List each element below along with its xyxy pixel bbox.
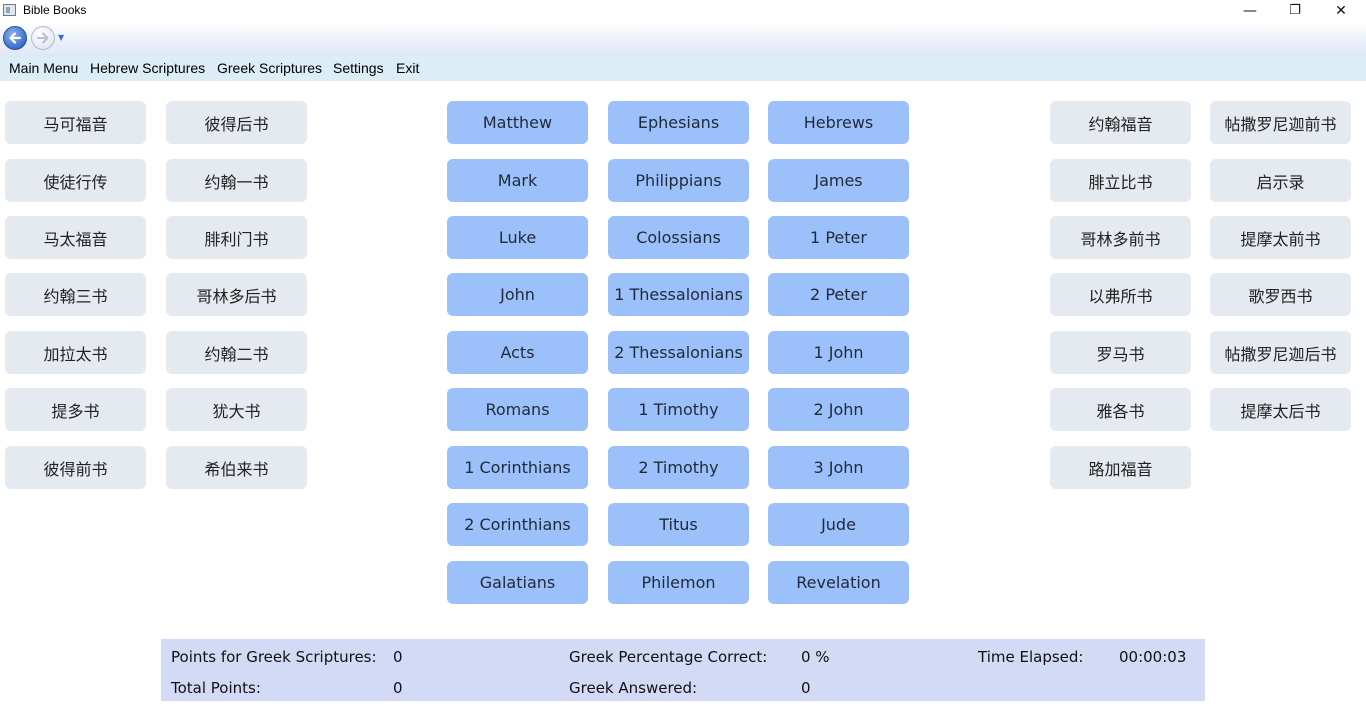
minimize-button[interactable]: — (1227, 0, 1273, 22)
english-book-button[interactable]: Colossians (608, 216, 749, 259)
english-book-button[interactable]: 2 Timothy (608, 446, 749, 489)
english-book-button[interactable]: Acts (447, 331, 588, 374)
menu-settings[interactable]: Settings (333, 60, 384, 76)
english-book-button[interactable]: Hebrews (768, 101, 909, 144)
greek-answered-label: Greek Answered: (569, 679, 698, 697)
english-book-button[interactable]: 1 Peter (768, 216, 909, 259)
chinese-book-button[interactable]: 使徒行传 (5, 159, 146, 202)
close-button[interactable]: ✕ (1318, 0, 1364, 22)
chinese-book-button[interactable]: 马可福音 (5, 101, 146, 144)
english-book-button[interactable]: Titus (608, 503, 749, 546)
time-elapsed-value: 00:00:03 (1119, 648, 1187, 666)
english-book-button[interactable]: Jude (768, 503, 909, 546)
chinese-book-button[interactable]: 提摩太前书 (1210, 216, 1351, 259)
english-book-button[interactable]: 1 Thessalonians (608, 273, 749, 316)
english-book-button[interactable]: Philemon (608, 561, 749, 604)
chinese-book-button[interactable]: 启示录 (1210, 159, 1351, 202)
status-panel: Points for Greek Scriptures: 0 Total Poi… (161, 639, 1205, 701)
arrow-right-icon (37, 32, 49, 44)
english-book-button[interactable]: Revelation (768, 561, 909, 604)
english-book-button[interactable]: 2 Corinthians (447, 503, 588, 546)
english-book-button[interactable]: James (768, 159, 909, 202)
english-book-button[interactable]: Luke (447, 216, 588, 259)
app-icon (3, 4, 16, 16)
english-book-button[interactable]: 3 John (768, 446, 909, 489)
menu-bar: Main Menu Hebrew Scriptures Greek Script… (0, 56, 1366, 81)
english-book-button[interactable]: 2 Peter (768, 273, 909, 316)
points-greek-value: 0 (393, 648, 403, 666)
total-points-label: Total Points: (171, 679, 261, 697)
chinese-book-button[interactable]: 希伯来书 (166, 446, 307, 489)
time-elapsed-label: Time Elapsed: (978, 648, 1084, 666)
chinese-book-button[interactable]: 彼得后书 (166, 101, 307, 144)
english-book-button[interactable]: Romans (447, 388, 588, 431)
menu-hebrew-scriptures[interactable]: Hebrew Scriptures (90, 60, 205, 76)
english-book-button[interactable]: 1 John (768, 331, 909, 374)
chinese-book-button[interactable]: 约翰三书 (5, 273, 146, 316)
english-book-button[interactable]: Mark (447, 159, 588, 202)
chinese-book-button[interactable]: 腓立比书 (1050, 159, 1191, 202)
title-bar: Bible Books — ❐ ✕ (0, 0, 1366, 22)
history-dropdown-icon[interactable]: ▼ (58, 33, 64, 42)
english-book-button[interactable]: 2 John (768, 388, 909, 431)
chinese-book-button[interactable]: 约翰二书 (166, 331, 307, 374)
english-book-button[interactable]: Ephesians (608, 101, 749, 144)
chinese-book-button[interactable]: 约翰一书 (166, 159, 307, 202)
chinese-book-button[interactable]: 提摩太后书 (1210, 388, 1351, 431)
menu-main-menu[interactable]: Main Menu (9, 60, 78, 76)
chinese-book-button[interactable]: 犹大书 (166, 388, 307, 431)
chinese-book-button[interactable]: 马太福音 (5, 216, 146, 259)
greek-answered-value: 0 (801, 679, 811, 697)
forward-button[interactable] (31, 26, 55, 50)
chinese-book-button[interactable]: 路加福音 (1050, 446, 1191, 489)
points-greek-label: Points for Greek Scriptures: (171, 648, 377, 666)
arrow-left-icon (9, 32, 22, 44)
english-book-button[interactable]: John (447, 273, 588, 316)
greek-percentage-label: Greek Percentage Correct: (569, 648, 768, 666)
english-book-button[interactable]: Philippians (608, 159, 749, 202)
chinese-book-button[interactable]: 约翰福音 (1050, 101, 1191, 144)
english-book-button[interactable]: 2 Thessalonians (608, 331, 749, 374)
window-title: Bible Books (23, 3, 87, 17)
maximize-button[interactable]: ❐ (1272, 0, 1318, 22)
chinese-book-button[interactable]: 腓利门书 (166, 216, 307, 259)
chinese-book-button[interactable]: 加拉太书 (5, 331, 146, 374)
navigation-bar: ▼ (0, 22, 1366, 56)
chinese-book-button[interactable]: 歌罗西书 (1210, 273, 1351, 316)
english-book-button[interactable]: 1 Corinthians (447, 446, 588, 489)
chinese-book-button[interactable]: 哥林多前书 (1050, 216, 1191, 259)
chinese-book-button[interactable]: 提多书 (5, 388, 146, 431)
chinese-book-button[interactable]: 帖撒罗尼迦前书 (1210, 101, 1351, 144)
chinese-book-button[interactable]: 以弗所书 (1050, 273, 1191, 316)
total-points-value: 0 (393, 679, 403, 697)
chinese-book-button[interactable]: 罗马书 (1050, 331, 1191, 374)
chinese-book-button[interactable]: 哥林多后书 (166, 273, 307, 316)
menu-exit[interactable]: Exit (396, 60, 419, 76)
menu-greek-scriptures[interactable]: Greek Scriptures (217, 60, 322, 76)
greek-percentage-value: 0 % (801, 648, 830, 666)
english-book-button[interactable]: Galatians (447, 561, 588, 604)
english-book-button[interactable]: Matthew (447, 101, 588, 144)
back-button[interactable] (3, 26, 27, 50)
chinese-book-button[interactable]: 帖撒罗尼迦后书 (1210, 331, 1351, 374)
chinese-book-button[interactable]: 彼得前书 (5, 446, 146, 489)
chinese-book-button[interactable]: 雅各书 (1050, 388, 1191, 431)
english-book-button[interactable]: 1 Timothy (608, 388, 749, 431)
